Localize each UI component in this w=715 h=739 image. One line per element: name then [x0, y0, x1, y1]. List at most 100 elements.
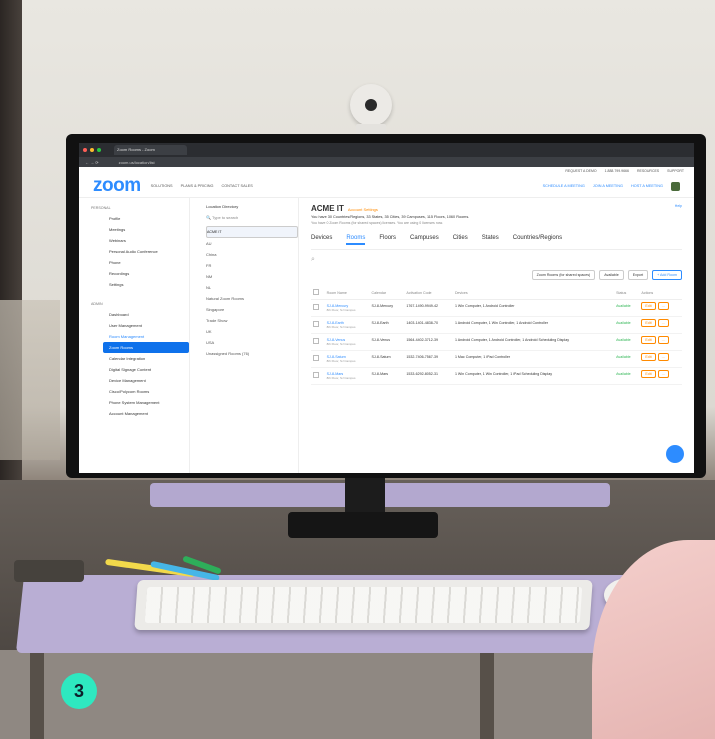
location-item[interactable]: Unassigned Rooms (76): [206, 348, 298, 359]
browser-tab[interactable]: Zoom Rooms - Zoom: [114, 145, 187, 155]
tab-bar: Devices Rooms Floors Campuses Cities Sta…: [311, 235, 682, 250]
row-checkbox[interactable]: [311, 333, 325, 351]
location-item[interactable]: Singapore: [206, 304, 298, 315]
sidebar-item-meetings[interactable]: Meetings: [79, 224, 189, 235]
room-type-select[interactable]: Zoom Rooms (for shared spaces): [531, 270, 596, 280]
search-icon[interactable]: ⌕: [311, 256, 682, 264]
table-row: SJ-8-Earth 8th Floor, SJ Campus SJ-8-Eart…: [311, 316, 682, 334]
sidebar-item-zoom-rooms[interactable]: Zoom Rooms: [103, 342, 189, 353]
close-dot-icon[interactable]: [83, 148, 87, 152]
tab-devices[interactable]: Devices: [311, 235, 332, 245]
sidebar-item-calendar-integration[interactable]: Calendar Integration: [79, 353, 189, 364]
location-item[interactable]: AU: [206, 238, 298, 249]
sidebar-item-webinars[interactable]: Webinars: [79, 235, 189, 246]
tab-countries[interactable]: Countries/Regions: [513, 235, 562, 245]
sidebar-item-cisco-polycom[interactable]: Cisco/Polycom Rooms: [79, 386, 189, 397]
col-activation-code[interactable]: Activation Code: [404, 286, 453, 300]
row-checkbox[interactable]: [311, 350, 325, 368]
tab-rooms[interactable]: Rooms: [346, 235, 366, 245]
tab-floors[interactable]: Floors: [379, 235, 396, 245]
zoom-logo[interactable]: zoom: [93, 175, 141, 197]
location-directory: Location Directory 🔍 Type to search ACME…: [189, 198, 299, 473]
request-demo-link[interactable]: REQUEST A DEMO: [565, 169, 596, 173]
edit-button[interactable]: Edit: [641, 370, 656, 378]
avatar[interactable]: [671, 181, 680, 191]
phone-number: 1.888.799.9666: [604, 169, 629, 173]
edit-button[interactable]: Edit: [641, 302, 656, 310]
row-checkbox[interactable]: [311, 299, 325, 317]
sidebar-item-phone[interactable]: Phone: [79, 257, 189, 268]
col-room-name[interactable]: Room Name: [324, 286, 370, 300]
monitor-stand-neck: [345, 478, 385, 514]
location-item[interactable]: FR: [206, 260, 298, 271]
host-meeting-link[interactable]: HOST A MEETING: [631, 184, 663, 188]
more-button[interactable]: ...: [657, 353, 669, 361]
nav-arrows-icon[interactable]: ← → ⟳: [85, 160, 99, 165]
activation-code: 1767-1490-9949-42: [404, 299, 453, 317]
location-item[interactable]: Natural Zoom Rooms: [206, 293, 298, 304]
resources-link[interactable]: RESOURCES: [637, 169, 659, 173]
tab-campuses[interactable]: Campuses: [410, 235, 439, 245]
rooms-table: Room Name Calendar Activation Code Devic…: [311, 286, 682, 385]
location-item[interactable]: NM: [206, 271, 298, 282]
select-all-checkbox[interactable]: [311, 286, 325, 300]
sidebar-item-dashboard[interactable]: Dashboard: [79, 309, 189, 320]
tab-states[interactable]: States: [482, 235, 499, 245]
location-item[interactable]: USA: [206, 337, 298, 348]
sidebar-item-room-management[interactable]: Room Management: [79, 331, 189, 342]
more-button[interactable]: ...: [657, 370, 669, 378]
sidebar-item-phone-system[interactable]: Phone System Management: [79, 397, 189, 408]
nav-solutions[interactable]: SOLUTIONS: [151, 184, 173, 188]
url-text[interactable]: zoom.us/location/list: [119, 160, 155, 165]
more-button[interactable]: ...: [657, 336, 669, 344]
more-button[interactable]: ...: [657, 302, 669, 310]
support-link[interactable]: SUPPORT: [667, 169, 684, 173]
sidebar-item-profile[interactable]: Profile: [79, 213, 189, 224]
sidebar-item-recordings[interactable]: Recordings: [79, 268, 189, 279]
edit-button[interactable]: Edit: [641, 319, 656, 327]
join-meeting-link[interactable]: JOIN A MEETING: [593, 184, 623, 188]
row-checkbox[interactable]: [311, 367, 325, 385]
col-status[interactable]: Status: [614, 286, 640, 300]
maximize-dot-icon[interactable]: [97, 148, 101, 152]
minimize-dot-icon[interactable]: [90, 148, 94, 152]
sidebar-item-account-management[interactable]: Account Management: [79, 408, 189, 419]
location-item[interactable]: ACME IT: [206, 226, 298, 238]
edit-button[interactable]: Edit: [641, 336, 656, 344]
location-search-input[interactable]: 🔍 Type to search: [206, 215, 298, 220]
status-select[interactable]: Available: [599, 270, 624, 280]
location-item[interactable]: China: [206, 249, 298, 260]
room-calendar: SJ-8-Venus: [369, 333, 405, 351]
location-item[interactable]: UK: [206, 326, 298, 337]
nav-contact-sales[interactable]: CONTACT SALES: [221, 184, 252, 188]
location-item[interactable]: NL: [206, 282, 298, 293]
col-calendar[interactable]: Calendar: [369, 286, 405, 300]
address-bar[interactable]: ← → ⟳ zoom.us/location/list: [79, 157, 694, 167]
room-calendar: SJ-8-Saturn: [369, 350, 405, 368]
sidebar-item-digital-signage[interactable]: Digital Signage Content: [79, 364, 189, 375]
nav-plans[interactable]: PLANS & PRICING: [181, 184, 214, 188]
sidebar-item-device-management[interactable]: Device Management: [79, 375, 189, 386]
status-badge: Available: [614, 299, 640, 317]
export-button[interactable]: Export: [627, 270, 649, 280]
monitor-stand-base: [288, 512, 438, 538]
schedule-meeting-link[interactable]: SCHEDULE A MEETING: [543, 184, 585, 188]
more-button[interactable]: ...: [657, 319, 669, 327]
table-row: SJ-8-Mars 8th Floor, SJ Campus SJ-8-Mars …: [311, 367, 682, 385]
chat-bubble-icon[interactable]: [666, 445, 684, 463]
account-settings-link[interactable]: Account Settings: [348, 207, 378, 212]
top-utility-strip: REQUEST A DEMO 1.888.799.9666 RESOURCES …: [79, 167, 694, 175]
col-devices[interactable]: Devices: [452, 286, 615, 300]
edit-button[interactable]: Edit: [641, 353, 656, 361]
add-room-button[interactable]: + Add Room: [652, 270, 682, 280]
row-checkbox[interactable]: [311, 316, 325, 334]
help-link[interactable]: Help: [675, 204, 682, 208]
sidebar-item-user-management[interactable]: User Management: [79, 320, 189, 331]
tab-cities[interactable]: Cities: [453, 235, 468, 245]
license-text: You have 0 Zoom Rooms (for shared spaces…: [311, 221, 443, 225]
sidebar-item-settings[interactable]: Settings: [79, 279, 189, 290]
sidebar-item-audio-conference[interactable]: Personal Audio Conference: [79, 246, 189, 257]
room-devices: 1 Win Computer, 1 Win Controller, 1 iPad…: [452, 367, 615, 385]
desk-leg: [480, 650, 494, 739]
location-item[interactable]: Trade Show: [206, 315, 298, 326]
